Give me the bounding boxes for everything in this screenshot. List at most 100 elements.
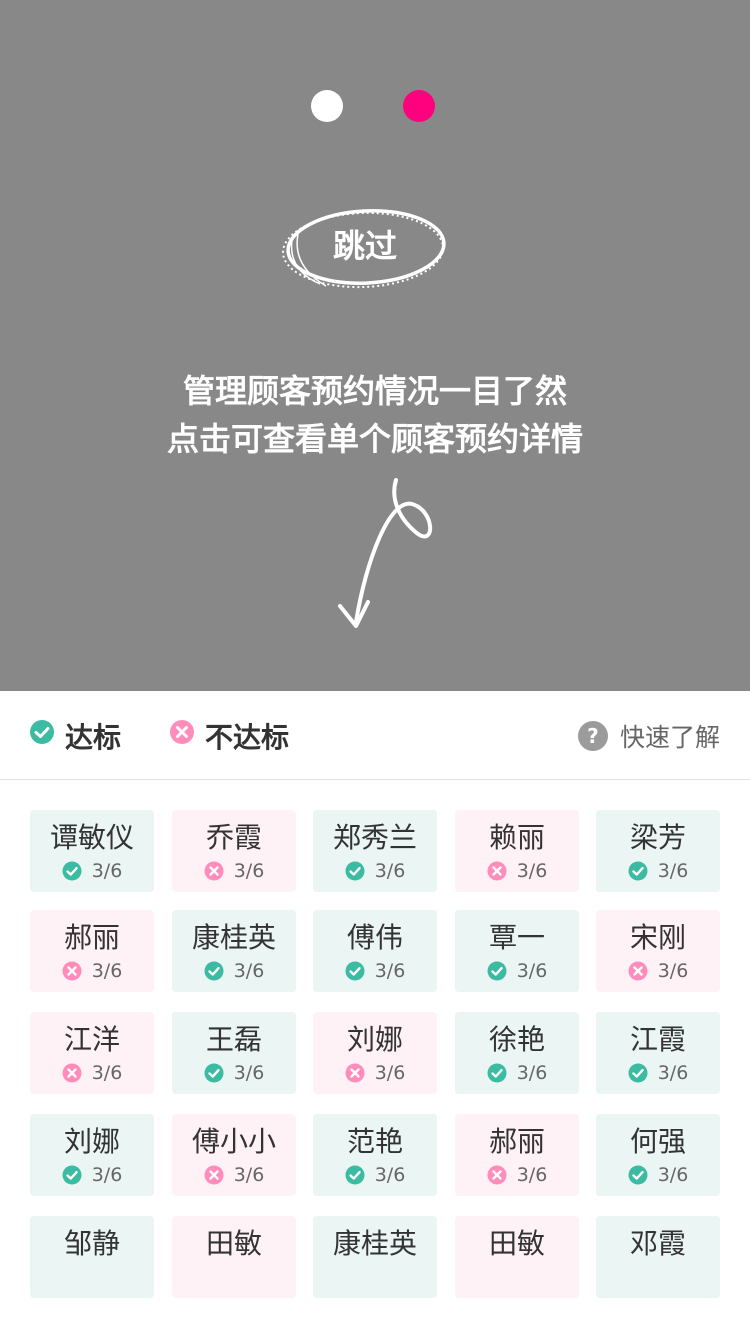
customer-progress: 3/6 [657,860,689,882]
customer-status: 3/6 [30,860,154,882]
customer-card[interactable]: 郝丽 3/6 [455,1114,579,1196]
customer-status: 3/6 [455,1062,579,1084]
customer-card[interactable]: 徐艳 3/6 [455,1012,579,1094]
customer-name: 刘娜 [63,1125,120,1158]
customer-progress: 3/6 [374,860,406,882]
customer-progress: 3/6 [233,960,265,982]
customer-card[interactable]: 乔霞 3/6 [172,810,296,892]
onboarding-overlay: 跳过 管理顾客预约情况一目了然 点击可查看单个顾客预约详情 [0,0,750,691]
pager-dot-1 [311,90,343,122]
customer-name: 郝丽 [63,921,120,954]
customer-status: 3/6 [172,960,296,982]
customer-card[interactable]: 邹静 [30,1216,154,1298]
check-circle-icon [345,961,365,981]
customer-progress: 3/6 [91,860,123,882]
customer-name: 邹静 [63,1227,120,1260]
customer-name: 乔霞 [205,821,262,854]
customer-status: 3/6 [313,1062,437,1084]
legend-no: 不达标 [169,691,289,780]
customer-card[interactable]: 邓霞 [596,1216,720,1298]
customer-name: 王磊 [205,1023,262,1056]
quick-help-button[interactable]: ? 快速了解 [577,691,720,780]
customer-name: 邓霞 [629,1227,686,1260]
customer-status: 3/6 [30,1062,154,1084]
hint-line-1: 管理顾客预约情况一目了然 [182,372,567,410]
customer-card[interactable]: 傅小小 3/6 [172,1114,296,1196]
customer-status: 3/6 [455,960,579,982]
cross-circle-icon [487,861,507,881]
customer-progress: 3/6 [374,1164,406,1186]
customer-name: 江洋 [63,1023,120,1056]
cross-circle-icon [62,1063,82,1083]
customer-name: 康桂英 [191,921,276,954]
question-icon: ? [577,720,608,751]
customer-name: 赖丽 [488,821,545,854]
customer-status: 3/6 [596,960,720,982]
customer-progress: 3/6 [374,960,406,982]
check-circle-icon [628,1063,648,1083]
customer-card[interactable]: 江霞 3/6 [596,1012,720,1094]
customer-status: 3/6 [172,1164,296,1186]
check-circle-icon [204,1063,224,1083]
check-circle-icon [628,861,648,881]
customer-card[interactable]: 何强 3/6 [596,1114,720,1196]
customer-card[interactable]: 郑秀兰 3/6 [313,810,437,892]
customer-card[interactable]: 田敏 [455,1216,579,1298]
legend-ok-label: 达标 [65,720,122,754]
cross-circle-icon [487,1165,507,1185]
customer-progress: 3/6 [91,1164,123,1186]
check-circle-icon [204,961,224,981]
customer-progress: 3/6 [233,1062,265,1084]
cross-circle-icon [628,961,648,981]
customer-card[interactable]: 覃一 3/6 [455,910,579,992]
customer-card[interactable]: 康桂英 3/6 [172,910,296,992]
customer-name: 郝丽 [488,1125,545,1158]
customer-name: 田敏 [488,1227,545,1260]
customer-card[interactable]: 范艳 3/6 [313,1114,437,1196]
customer-name: 覃一 [488,921,545,954]
customer-card[interactable]: 梁芳 3/6 [596,810,720,892]
customer-status: 3/6 [455,860,579,882]
customer-card[interactable]: 王磊 3/6 [172,1012,296,1094]
customer-card[interactable]: 傅伟 3/6 [313,910,437,992]
customer-progress: 3/6 [516,1164,548,1186]
customer-progress: 3/6 [91,960,123,982]
check-circle-icon [487,961,507,981]
check-circle-icon [62,1165,82,1185]
hint-line-2: 点击可查看单个顾客预约详情 [166,420,583,458]
customer-card[interactable]: 刘娜 3/6 [30,1114,154,1196]
customer-name: 傅小小 [191,1125,276,1158]
customer-status: 3/6 [596,860,720,882]
pager-dot-2-active [403,90,435,122]
customer-card[interactable]: 谭敏仪 3/6 [30,810,154,892]
customer-card[interactable]: 郝丽 3/6 [30,910,154,992]
check-circle-icon [628,1165,648,1185]
customer-card[interactable]: 江洋 3/6 [30,1012,154,1094]
check-circle-icon [345,1165,365,1185]
customer-card[interactable]: 田敏 [172,1216,296,1298]
customer-grid: 谭敏仪 3/6 乔霞 3/6 郑秀兰 3/6 赖丽 3/6 梁芳 3/6 郝丽 3/6 康桂英 3/6 傅伟… [0,780,750,1334]
customer-name: 谭敏仪 [49,821,134,854]
skip-button[interactable]: 跳过 [280,200,450,294]
customer-card[interactable]: 宋刚 3/6 [596,910,720,992]
legend-bar: 达标 不达标 ? 快速了解 [0,691,750,780]
customer-status: 3/6 [30,960,154,982]
customer-progress: 3/6 [233,860,265,882]
customer-progress: 3/6 [657,1164,689,1186]
check-circle-icon [29,719,55,752]
customer-card[interactable]: 康桂英 [313,1216,437,1298]
check-circle-icon [487,1063,507,1083]
customer-card[interactable]: 刘娜 3/6 [313,1012,437,1094]
customer-status: 3/6 [596,1164,720,1186]
customer-status: 3/6 [313,960,437,982]
customer-name: 傅伟 [346,921,403,954]
check-circle-icon [345,861,365,881]
customer-name: 江霞 [629,1023,686,1056]
skip-label: 跳过 [332,227,397,265]
customer-name: 宋刚 [629,921,686,954]
customer-name: 何强 [629,1125,686,1158]
cross-circle-icon [204,861,224,881]
customer-name: 康桂英 [332,1227,417,1260]
customer-progress: 3/6 [233,1164,265,1186]
customer-card[interactable]: 赖丽 3/6 [455,810,579,892]
